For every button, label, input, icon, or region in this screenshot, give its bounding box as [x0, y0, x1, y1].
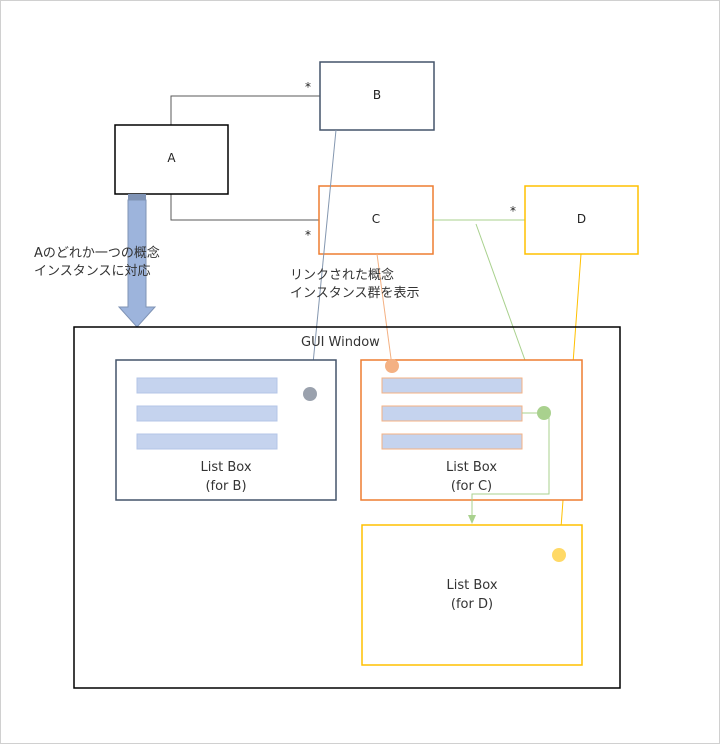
listbox-b-item: [136, 405, 278, 422]
diagram-canvas: [0, 0, 720, 744]
listbox-c-item: [381, 377, 523, 394]
listbox-b-item: [136, 377, 278, 394]
class-d-label: D: [576, 212, 587, 226]
a-arrow-head-cap: [128, 194, 146, 200]
listbox-c-caption-line2: (for C): [450, 479, 493, 494]
listbox-b-link-dot: [303, 387, 317, 401]
listbox-d-link-dot: [552, 548, 566, 562]
listbox-d-caption-line2: (for D): [450, 597, 494, 612]
multiplicity-a-c: *: [305, 228, 311, 242]
gui-window-title: GUI Window: [301, 335, 380, 350]
class-b-label: B: [372, 88, 382, 102]
listbox-c-item: [381, 433, 523, 450]
listbox-c-caption-line1: List Box: [445, 460, 498, 475]
note-left: Aのどれか一つの概念 インスタンスに対応: [34, 245, 160, 281]
class-a-label: A: [167, 151, 176, 165]
listbox-c-link-dot: [385, 359, 399, 373]
listbox-d-caption-line1: List Box: [446, 578, 498, 593]
note-mid-line1: リンクされた概念: [290, 268, 395, 283]
listbox-b-caption: List Box (for B): [116, 458, 336, 496]
note-mid-line2: インスタンス群を表示: [290, 286, 420, 301]
listbox-c-caption: List Box (for C): [361, 458, 582, 496]
multiplicity-c-d: *: [510, 204, 516, 218]
note-left-line2: インスタンスに対応: [34, 264, 151, 279]
listbox-d-caption: List Box (for D): [362, 576, 582, 614]
class-c-label: C: [371, 212, 381, 226]
listbox-b-item: [136, 433, 278, 450]
listbox-b-caption-line2: (for B): [205, 479, 247, 494]
listbox-c-item: [381, 405, 523, 422]
listbox-b-caption-line1: List Box: [200, 460, 252, 475]
multiplicity-a-b: *: [305, 80, 311, 94]
note-left-line1: Aのどれか一つの概念: [34, 246, 160, 261]
listbox-c-item-link-dot: [537, 406, 551, 420]
note-mid: リンクされた概念 インスタンス群を表示: [290, 267, 419, 303]
